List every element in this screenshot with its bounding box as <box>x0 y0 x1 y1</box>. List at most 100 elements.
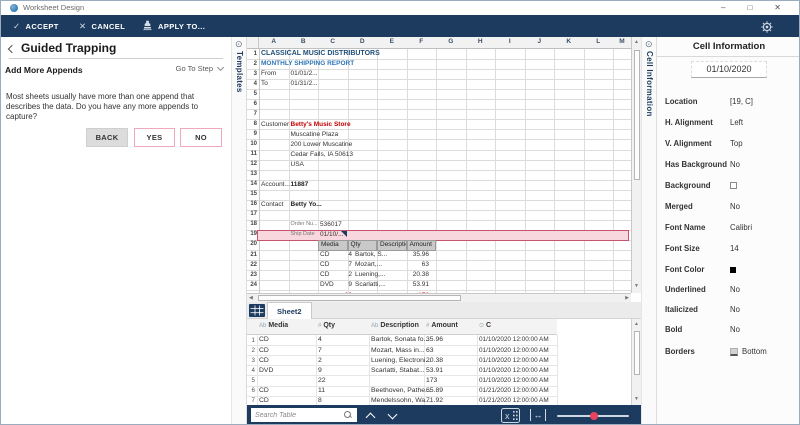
table-cell[interactable]: CD <box>259 347 269 354</box>
export-excel-icon[interactable]: x <box>501 408 520 425</box>
tab-templates[interactable]: Templates <box>235 51 244 93</box>
spreadsheet-grid[interactable]: 123456789101112131415161718192021222324M… <box>247 49 631 293</box>
table-cell[interactable]: 173 <box>426 377 437 384</box>
no-button[interactable]: NO <box>180 128 222 147</box>
minimize-button[interactable]: – <box>721 1 725 15</box>
spreadsheet-cell[interactable]: Muscatine Plaza <box>291 131 339 138</box>
column-header[interactable]: B <box>289 38 319 45</box>
table-column-header[interactable]: ⊙C <box>479 322 491 329</box>
spreadsheet-cell[interactable]: Ship Date <box>291 231 315 237</box>
scroll-left-icon[interactable]: ◀ <box>249 296 253 301</box>
column-header[interactable]: H <box>466 38 496 45</box>
table-column-header[interactable]: AbDescription <box>371 322 419 329</box>
row-header[interactable]: 8 <box>247 121 257 127</box>
column-header[interactable]: F <box>407 38 437 45</box>
row-header[interactable]: 3 <box>247 71 257 77</box>
find-previous-icon[interactable] <box>366 413 376 423</box>
table-cell[interactable]: 8 <box>318 397 322 404</box>
table-cell[interactable]: 01/10/2020 12:00:00 AM <box>479 367 549 374</box>
spreadsheet-cell[interactable]: Mozart,... <box>355 261 382 268</box>
row-header[interactable]: 1 <box>247 51 257 57</box>
column-header[interactable]: D <box>348 38 378 45</box>
spreadsheet-cell[interactable]: 536017 <box>320 221 342 228</box>
spreadsheet-cell[interactable]: CLASSICAL MUSIC DISTRIBUTORS <box>261 50 380 57</box>
row-header[interactable]: 14 <box>247 181 257 187</box>
row-header[interactable]: 19 <box>247 231 257 237</box>
column-header[interactable]: M <box>613 38 631 45</box>
row-header[interactable]: 22 <box>247 262 257 268</box>
table-cell[interactable]: DVD <box>259 367 273 374</box>
spreadsheet-cell[interactable]: 35.96 <box>397 251 429 258</box>
column-header[interactable]: E <box>377 38 407 45</box>
column-header[interactable]: A <box>259 38 289 45</box>
column-header[interactable]: C <box>318 38 348 45</box>
vscroll-thumb[interactable] <box>634 331 640 375</box>
spreadsheet-cell[interactable]: USA <box>291 161 304 168</box>
row-header[interactable]: 20 <box>247 241 257 247</box>
spreadsheet-cell[interactable]: 200 Lower Muscatine <box>291 141 353 148</box>
table-column-header[interactable]: #Qty <box>318 322 335 329</box>
table-cell[interactable]: 01/10/2020 12:00:00 AM <box>479 336 549 343</box>
scroll-down-icon[interactable]: ▼ <box>634 284 639 289</box>
table-cell[interactable]: 01/10/2020 12:00:00 AM <box>479 377 549 384</box>
spreadsheet-cell[interactable]: 53.91 <box>397 281 429 288</box>
table-cell[interactable]: 01/10/2020 12:00:00 AM <box>479 347 549 354</box>
extracted-data-table[interactable]: AbMedia#QtyAbDescription#Amount⊙C1CD4Bar… <box>247 319 631 405</box>
yes-button[interactable]: YES <box>134 128 175 147</box>
table-header-cell[interactable]: Description <box>377 240 407 251</box>
row-header[interactable]: 16 <box>247 201 257 207</box>
table-cell[interactable]: 9 <box>318 367 322 374</box>
table-column-header[interactable]: #Amount <box>426 322 458 329</box>
spreadsheet-cell[interactable]: Account... <box>261 181 290 188</box>
spreadsheet-cell[interactable]: Luening,... <box>355 271 385 278</box>
spreadsheet-hscrollbar[interactable]: ◀ ▶ <box>247 293 631 302</box>
row-header[interactable]: 6 <box>247 101 257 107</box>
spreadsheet-cell[interactable]: Cedar Falls, IA 50613 <box>291 151 354 158</box>
table-cell[interactable]: CD <box>259 397 269 404</box>
vscroll-thumb[interactable] <box>634 50 640 180</box>
cell-value-field[interactable]: 01/10/2020 <box>691 61 767 78</box>
table-cell[interactable]: Mozart, Mass in... <box>371 347 425 354</box>
row-header[interactable]: 9 <box>247 131 257 137</box>
go-to-step-dropdown[interactable]: Go To Step <box>176 64 223 73</box>
spreadsheet-cell[interactable]: Betty's Music Store <box>291 121 351 128</box>
search-input[interactable] <box>251 408 357 422</box>
table-vscrollbar[interactable]: ▲ ▼ <box>631 319 641 405</box>
table-header-cell[interactable]: Amount <box>407 240 437 251</box>
accept-button[interactable]: ✓ ACCEPT <box>13 15 59 37</box>
spreadsheet-cell[interactable]: Customer <box>261 121 289 128</box>
table-cell[interactable]: Scarlatti, Stabat... <box>371 367 425 374</box>
row-header[interactable]: 4 <box>247 81 257 87</box>
spreadsheet-cell[interactable]: MONTHLY SHIPPING REPORT <box>261 60 354 67</box>
spreadsheet-cell[interactable]: 20.38 <box>397 271 429 278</box>
spreadsheet-cell[interactable]: To <box>261 80 268 87</box>
spreadsheet-cell[interactable]: Scarlatti,... <box>355 281 386 288</box>
spreadsheet-cell[interactable]: 7 <box>320 261 352 268</box>
row-header[interactable]: 23 <box>247 272 257 278</box>
spreadsheet-cell[interactable]: 01/31/2... <box>291 80 318 87</box>
tab-cell-information[interactable]: Cell Information <box>645 51 654 117</box>
scroll-up-icon[interactable]: ▲ <box>634 40 639 45</box>
column-header[interactable]: L <box>584 38 614 45</box>
fit-width-icon[interactable]: ↔ <box>530 409 546 421</box>
table-cell[interactable]: 01/21/2020 12:00:00 AM <box>479 387 549 394</box>
apply-to-button[interactable]: APPLY TO... <box>142 15 205 37</box>
back-chevron-icon[interactable] <box>8 45 16 53</box>
pin-icon[interactable]: ⊙ <box>645 39 653 50</box>
row-header[interactable]: 24 <box>247 282 257 288</box>
spreadsheet-cell[interactable]: 01/01/2... <box>291 70 318 77</box>
row-header[interactable]: 13 <box>247 171 257 177</box>
spreadsheet-cell[interactable]: 63 <box>397 261 429 268</box>
scroll-right-icon[interactable]: ▶ <box>625 296 629 301</box>
table-cell[interactable]: CD <box>259 387 269 394</box>
spreadsheet-cell[interactable]: 22 <box>320 292 352 294</box>
table-header-cell[interactable]: Media <box>318 240 348 251</box>
row-header[interactable]: 15 <box>247 191 257 197</box>
spreadsheet-cell[interactable]: 2 <box>320 271 352 278</box>
row-header[interactable]: 7 <box>247 111 257 117</box>
table-cell[interactable]: Bartok, Sonata fo... <box>371 336 429 343</box>
maximize-button[interactable]: □ <box>747 1 752 15</box>
spreadsheet-cell[interactable]: 01/10/... <box>320 231 344 238</box>
row-header[interactable]: 18 <box>247 221 257 227</box>
spreadsheet-vscrollbar[interactable]: ▲ ▼ <box>631 37 641 293</box>
